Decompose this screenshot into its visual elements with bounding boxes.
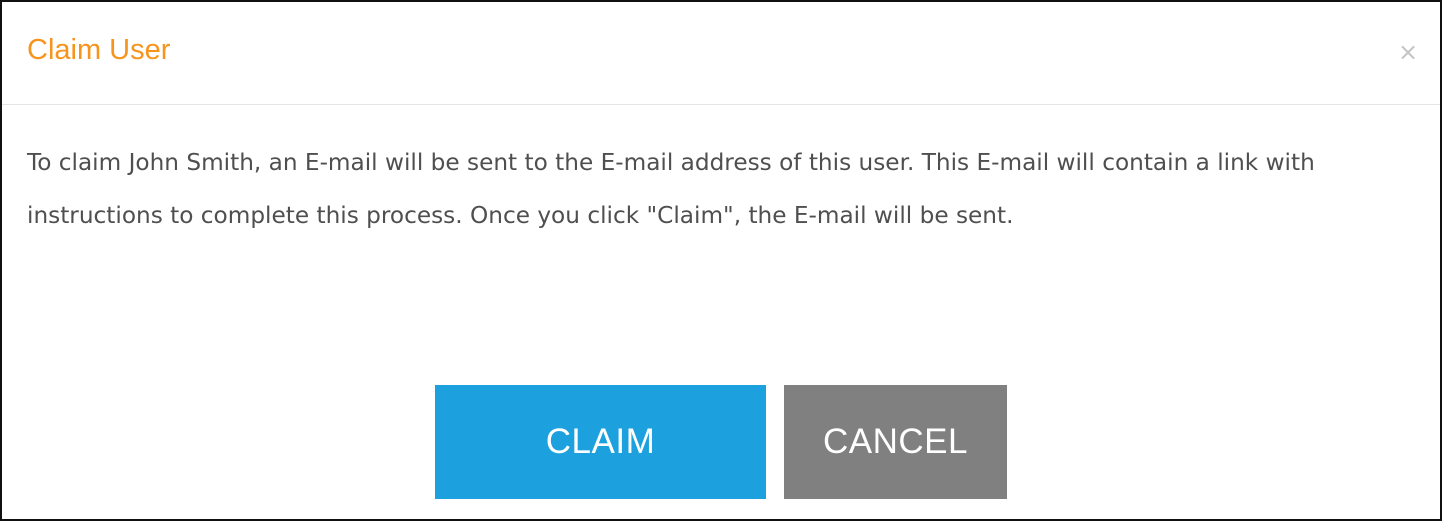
- claim-button[interactable]: CLAIM: [435, 385, 766, 499]
- cancel-button[interactable]: CANCEL: [784, 385, 1007, 499]
- claim-user-dialog: Claim User × To claim John Smith, an E-m…: [0, 0, 1442, 521]
- close-icon[interactable]: ×: [1394, 38, 1422, 66]
- dialog-message: To claim John Smith, an E-mail will be s…: [27, 149, 1315, 229]
- dialog-actions: CLAIM CANCEL: [2, 385, 1440, 499]
- dialog-header: Claim User ×: [2, 2, 1440, 105]
- dialog-title: Claim User: [27, 34, 171, 66]
